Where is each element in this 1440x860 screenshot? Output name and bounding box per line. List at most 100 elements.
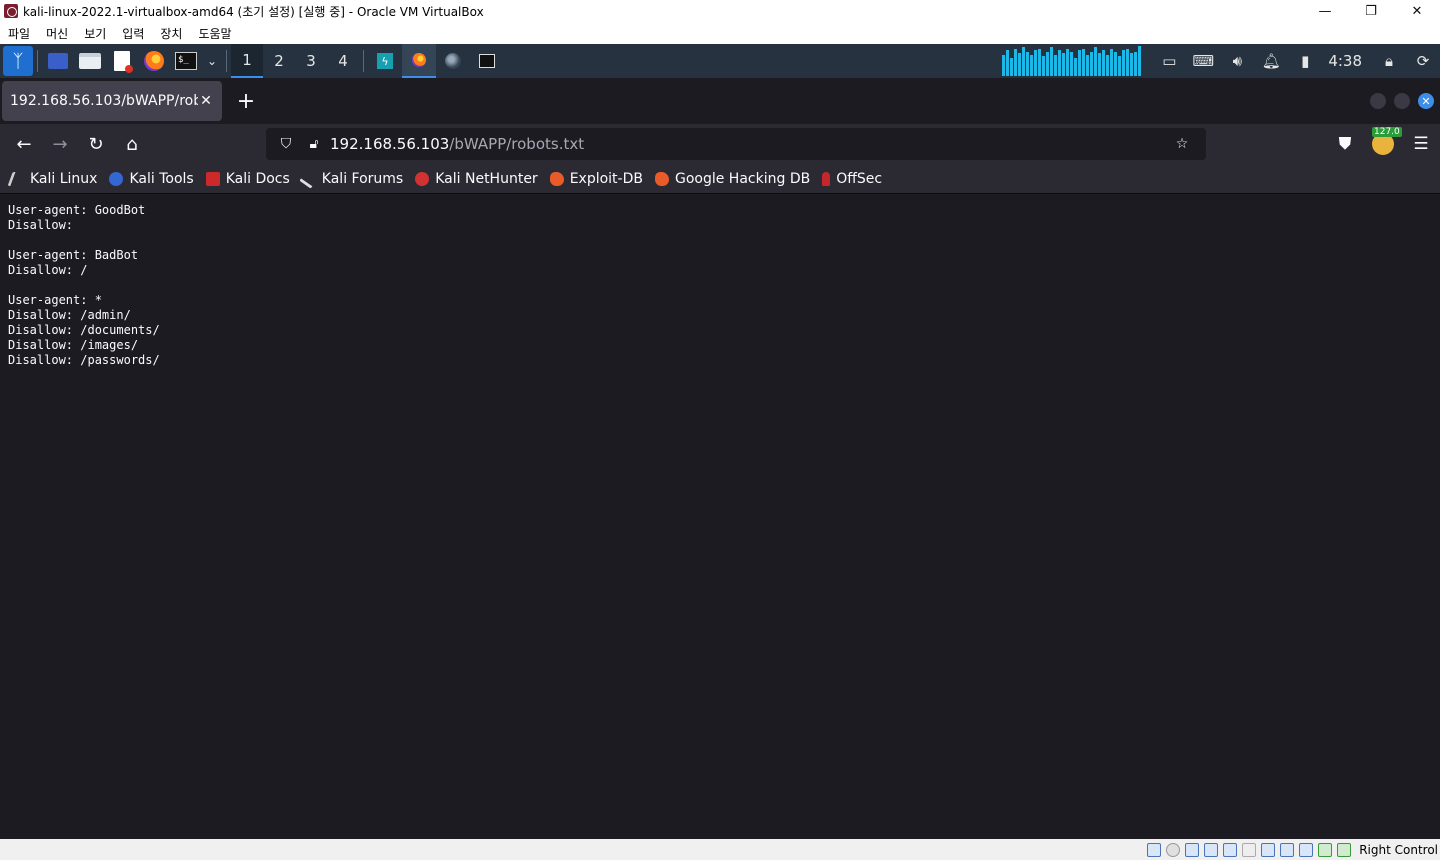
- battery-icon[interactable]: ▮: [1288, 44, 1322, 78]
- cpu-graph-bar: [1062, 53, 1066, 76]
- home-button[interactable]: ⌂: [114, 128, 150, 160]
- new-tab-button[interactable]: +: [230, 85, 262, 117]
- bookmark-star-icon[interactable]: ☆: [1170, 132, 1194, 156]
- taskbar-item-app[interactable]: ϟ: [368, 44, 402, 78]
- show-desktop-icon[interactable]: [45, 48, 71, 74]
- page-content: User-agent: GoodBot Disallow: User-agent…: [0, 195, 1440, 839]
- bookmark-offsec[interactable]: OffSec: [822, 171, 882, 187]
- extension-button[interactable]: 127.0: [1364, 127, 1402, 160]
- menu-machine[interactable]: 머신: [38, 25, 76, 42]
- shared-folders-icon[interactable]: [1242, 842, 1257, 857]
- chevron-down-icon[interactable]: ⌄: [205, 48, 219, 74]
- volume-icon[interactable]: 🔊︎: [1220, 44, 1254, 78]
- bookmark-label: Kali Forums: [321, 170, 404, 187]
- lock-icon[interactable]: 🔒︎: [1372, 44, 1406, 78]
- bookmark-kali-linux[interactable]: Kali Linux: [7, 171, 97, 187]
- kali-menu-icon[interactable]: ᛉ: [3, 46, 33, 76]
- menu-input[interactable]: 입력: [114, 25, 152, 42]
- kali-docs-icon: [205, 171, 220, 186]
- app-icon: ϟ: [377, 53, 393, 69]
- extension-icon: 127.0: [1372, 127, 1402, 155]
- bookmark-label: OffSec: [836, 170, 883, 187]
- navigation-toolbar: ← → ↻ ⌂ ⛉ 🔓︎ 192.168.56.103/bWAPP/robots…: [0, 124, 1440, 164]
- menu-file[interactable]: 파일: [0, 25, 38, 42]
- taskbar-item-globe[interactable]: [436, 44, 470, 78]
- close-button[interactable]: ✕: [1394, 0, 1440, 22]
- minimize-button[interactable]: —: [1302, 0, 1348, 22]
- display-status-icon[interactable]: [1261, 842, 1276, 857]
- firefox-launcher-icon[interactable]: [141, 48, 167, 74]
- taskbar-item-firefox[interactable]: [402, 44, 436, 78]
- mouse-integration-icon[interactable]: [1337, 842, 1352, 857]
- virtualbox-icon: [4, 4, 18, 18]
- browser-minimize-button[interactable]: [1370, 93, 1386, 109]
- extension-badge: 127.0: [1372, 127, 1402, 137]
- terminal-launcher-icon[interactable]: $_: [173, 48, 199, 74]
- bookmark-kali-nethunter[interactable]: Kali NetHunter: [415, 171, 538, 187]
- guest-additions-icon[interactable]: [1318, 842, 1333, 857]
- tab-close-icon[interactable]: ✕: [198, 93, 214, 109]
- cpu-graph-bar: [1138, 46, 1142, 76]
- hard-disk-icon[interactable]: [1147, 842, 1162, 857]
- cpu-graph-bar: [1090, 52, 1094, 76]
- bookmark-label: Kali Docs: [225, 170, 290, 187]
- text-editor-icon[interactable]: [109, 48, 135, 74]
- menu-devices[interactable]: 장치: [152, 25, 190, 42]
- workspace-3[interactable]: 3: [295, 44, 327, 78]
- logout-icon[interactable]: ⟳: [1406, 44, 1440, 78]
- restore-button[interactable]: ❐: [1348, 0, 1394, 22]
- host-titlebar: kali-linux-2022.1-virtualbox-amd64 (초기 설…: [0, 0, 1440, 22]
- bookmark-google-hacking-db[interactable]: Google Hacking DB: [654, 170, 811, 187]
- workspace-1[interactable]: 1: [231, 44, 263, 78]
- cpu-graph-bar: [1054, 55, 1058, 76]
- panel-clock[interactable]: 4:38: [1322, 52, 1372, 70]
- cpu-graph-bar: [1026, 52, 1030, 76]
- browser-tab-active[interactable]: 192.168.56.103/bWAPP/robots.txt ✕: [2, 81, 222, 121]
- cpu-graph-bar: [1002, 55, 1006, 76]
- optical-drive-icon[interactable]: [1166, 842, 1181, 857]
- cpu-graph-bar: [1134, 52, 1138, 76]
- browser-maximize-button[interactable]: [1394, 93, 1410, 109]
- bookmark-kali-forums[interactable]: Kali Forums: [299, 168, 404, 189]
- bookmark-kali-docs[interactable]: Kali Docs: [205, 170, 290, 187]
- file-manager-icon[interactable]: [77, 48, 103, 74]
- cpu-graph-bar: [1010, 58, 1014, 76]
- tab-title: 192.168.56.103/bWAPP/robots.txt: [10, 93, 198, 109]
- url-bar[interactable]: ⛉ 🔓︎ 192.168.56.103/bWAPP/robots.txt ☆: [266, 128, 1206, 160]
- pocket-icon[interactable]: ⛊: [1326, 128, 1364, 160]
- display-icon[interactable]: ▭: [1152, 44, 1186, 78]
- exploit-db-icon: [549, 171, 564, 186]
- cpu-graph-bar: [1110, 49, 1114, 76]
- audio-icon[interactable]: [1185, 842, 1200, 857]
- workspace-4[interactable]: 4: [327, 44, 359, 78]
- url-text[interactable]: 192.168.56.103/bWAPP/robots.txt: [330, 135, 1170, 153]
- insecure-lock-icon[interactable]: 🔓︎: [302, 132, 326, 156]
- usb-icon[interactable]: [1223, 842, 1238, 857]
- bookmark-label: Google Hacking DB: [674, 170, 811, 187]
- tracking-shield-icon[interactable]: ⛉: [274, 132, 298, 156]
- bookmark-label: Kali Tools: [129, 170, 194, 187]
- forward-button[interactable]: →: [42, 128, 78, 160]
- cpu-graph-bar: [1030, 55, 1034, 76]
- menu-help[interactable]: 도움말: [190, 25, 239, 42]
- host-key-label: Right Control: [1359, 842, 1438, 857]
- recording-icon[interactable]: [1280, 842, 1295, 857]
- cpu-graph-bar: [1106, 55, 1110, 76]
- bookmark-kali-tools[interactable]: Kali Tools: [109, 170, 194, 187]
- notification-bell-icon[interactable]: 🔔︎: [1254, 44, 1288, 78]
- back-button[interactable]: ←: [6, 128, 42, 160]
- browser-close-button[interactable]: ✕: [1418, 93, 1434, 109]
- cpu-graph-bar: [1126, 49, 1130, 76]
- network-icon[interactable]: [1204, 842, 1219, 857]
- workspace-2[interactable]: 2: [263, 44, 295, 78]
- reload-button[interactable]: ↻: [78, 128, 114, 160]
- keyboard-icon[interactable]: ⌨: [1186, 44, 1220, 78]
- taskbar-item-terminal[interactable]: [470, 44, 504, 78]
- bookmark-exploit-db[interactable]: Exploit-DB: [549, 171, 643, 187]
- cpu-graph-bar: [1066, 49, 1070, 76]
- menu-view[interactable]: 보기: [76, 25, 114, 42]
- firefox-icon: [412, 53, 426, 67]
- browser-window-controls: ✕: [1370, 93, 1434, 109]
- cpu-status-icon[interactable]: [1299, 842, 1314, 857]
- hamburger-menu-icon[interactable]: ☰: [1402, 128, 1440, 160]
